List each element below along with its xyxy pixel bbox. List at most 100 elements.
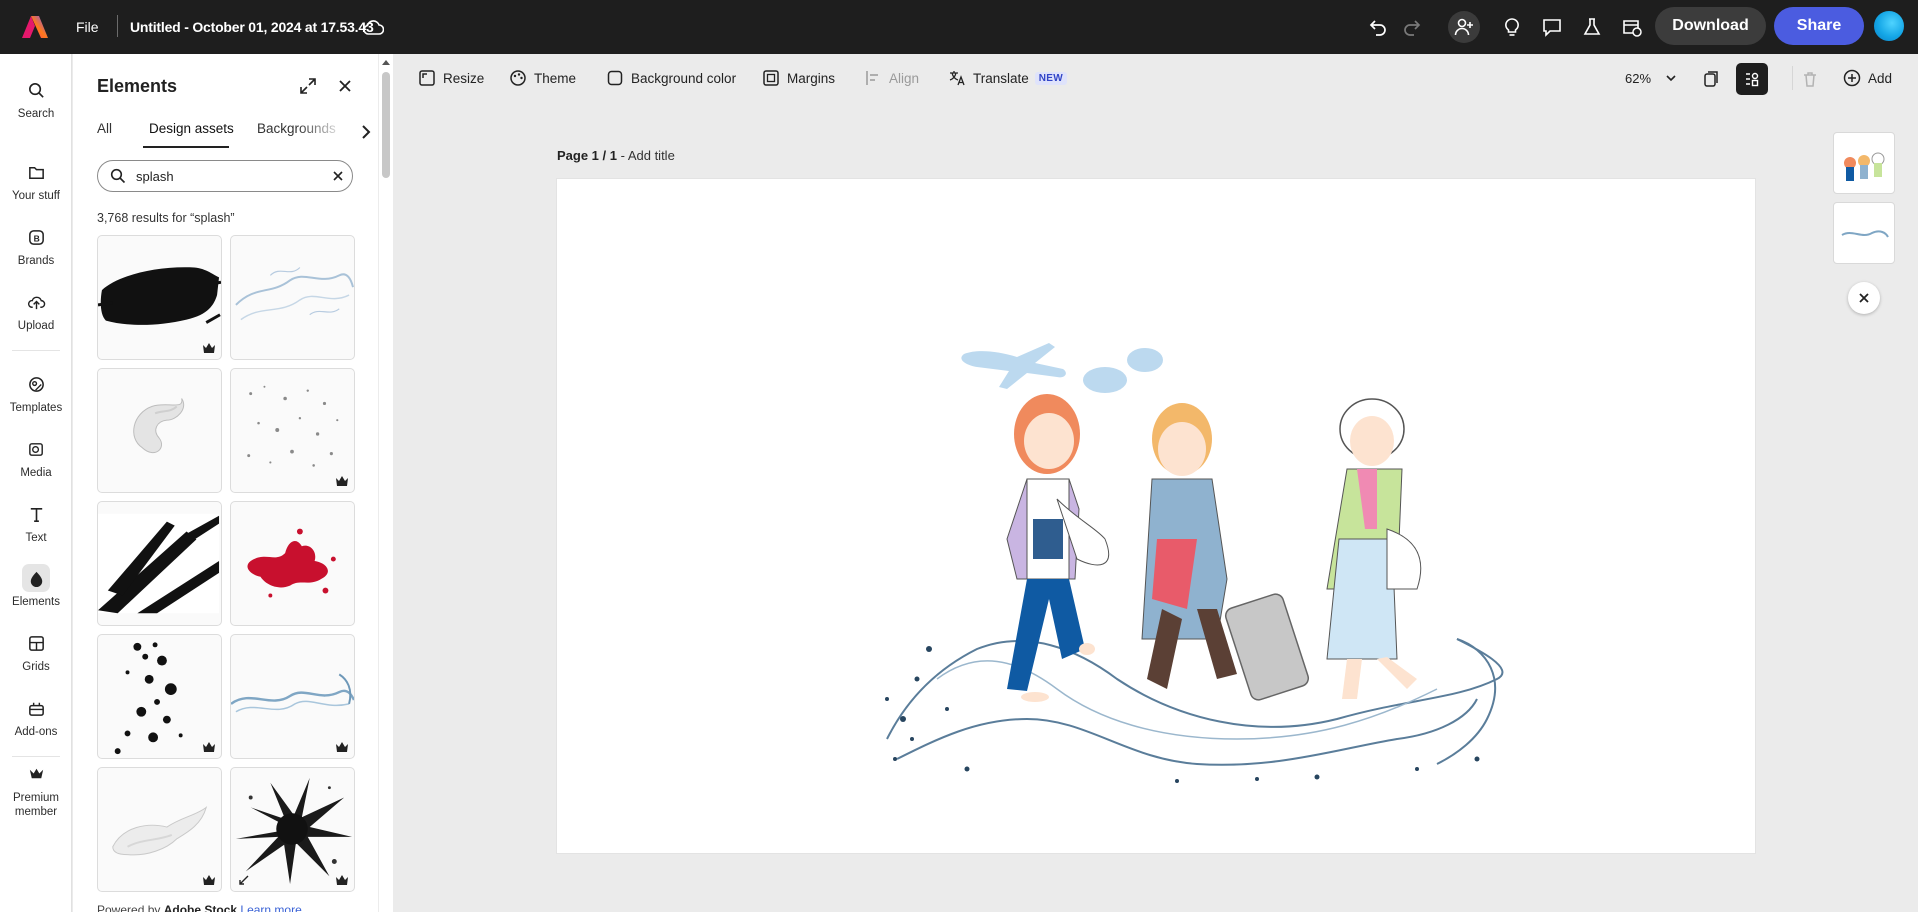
zoom-dropdown[interactable]: 62% <box>1625 66 1677 90</box>
left-rail: Search Your stuff B Brands Upload Templa… <box>0 54 72 912</box>
powered-brand: Adobe Stock <box>163 903 238 912</box>
result-tile[interactable] <box>230 767 355 892</box>
panel-scrollbar-thumb[interactable] <box>382 72 390 178</box>
premium-crown-icon <box>336 476 348 486</box>
travel-illustration-image[interactable] <box>557 179 1755 853</box>
divider <box>12 756 60 757</box>
translate-button[interactable]: Translate NEW <box>948 66 1068 90</box>
media-icon <box>22 435 50 463</box>
rail-item-templates[interactable]: Templates <box>0 370 72 414</box>
theme-button[interactable]: Theme <box>509 66 576 90</box>
cloud-sync-icon[interactable] <box>362 0 384 54</box>
rail-item-upload[interactable]: Upload <box>0 288 72 332</box>
learn-more-link[interactable]: Learn more <box>240 903 301 912</box>
black-ink-explosion-image <box>235 777 353 885</box>
panel-title: Elements <box>97 76 178 96</box>
search-field <box>97 160 353 192</box>
resize-button[interactable]: Resize <box>418 66 484 90</box>
tab-design-assets[interactable]: Design assets <box>149 120 234 148</box>
margins-button[interactable]: Margins <box>762 66 835 90</box>
result-tile[interactable] <box>97 767 222 892</box>
grid-icon <box>22 629 50 657</box>
result-tile[interactable] <box>97 235 222 360</box>
share-button[interactable]: Share <box>1774 7 1864 45</box>
close-icon[interactable] <box>333 74 357 98</box>
thumbnail-page-1[interactable] <box>1833 132 1895 194</box>
chevron-down-icon <box>1666 75 1676 82</box>
rail-item-label: Elements <box>12 596 60 608</box>
result-tile[interactable] <box>230 235 355 360</box>
clear-icon[interactable] <box>330 168 346 184</box>
margins-icon <box>763 70 779 86</box>
lightbulb-icon[interactable] <box>1498 13 1526 41</box>
flask-icon[interactable] <box>1578 13 1606 41</box>
comment-icon[interactable] <box>1538 13 1566 41</box>
add-button[interactable]: Add <box>1843 66 1892 90</box>
plus-circle-icon <box>1843 69 1861 87</box>
align-label: Align <box>889 70 920 86</box>
result-tile[interactable] <box>230 634 355 759</box>
result-tile[interactable] <box>230 368 355 493</box>
avatar[interactable] <box>1872 9 1906 43</box>
top-bar: File Untitled - October 01, 2024 at 17.5… <box>0 0 1918 54</box>
thumbnail-element-splash[interactable] <box>1833 202 1895 264</box>
svg-text:B: B <box>33 233 39 243</box>
resize-icon <box>419 70 435 86</box>
background-color-label: Background color <box>631 70 737 86</box>
close-thumbnails-button[interactable] <box>1848 282 1880 314</box>
rail-item-brands[interactable]: B Brands <box>0 223 72 267</box>
panel-scrollbar[interactable] <box>378 54 393 912</box>
result-tile[interactable] <box>97 501 222 626</box>
result-tile[interactable] <box>230 501 355 626</box>
chevron-right-icon[interactable] <box>361 122 375 142</box>
schedule-icon[interactable] <box>1618 13 1646 41</box>
adobe-express-logo-icon[interactable] <box>22 0 50 54</box>
rail-item-label: Grids <box>22 661 50 673</box>
rail-item-label: Media <box>20 467 52 479</box>
invite-user-icon[interactable] <box>1448 11 1480 43</box>
pages-icon[interactable] <box>1697 65 1725 93</box>
result-tile[interactable] <box>97 634 222 759</box>
rail-item-text[interactable]: Text <box>0 500 72 544</box>
rail-item-label: Templates <box>9 402 63 414</box>
upload-icon <box>22 288 50 316</box>
panel-tabs: All Design assets Backgrounds <box>97 120 371 150</box>
elements-panel: Elements All Design assets Backgrounds 3… <box>73 54 393 912</box>
tab-all[interactable]: All <box>97 120 112 148</box>
powered-prefix: Powered by <box>97 903 161 912</box>
layers-icon[interactable] <box>1736 63 1768 95</box>
folder-icon <box>22 158 50 186</box>
new-badge: NEW <box>1034 71 1068 85</box>
add-title-link[interactable]: Add title <box>628 148 675 163</box>
page-label: Page 1 / 1 - Add title <box>557 148 675 163</box>
expand-icon[interactable] <box>296 74 320 98</box>
palette-icon <box>510 70 526 86</box>
scroll-up-icon[interactable] <box>381 58 391 66</box>
result-tile[interactable] <box>97 368 222 493</box>
result-count: 3,768 results for “splash” <box>97 211 235 225</box>
undo-icon[interactable] <box>1364 13 1392 41</box>
rail-item-label: Your stuff <box>12 190 60 202</box>
align-button[interactable]: Align <box>864 66 919 90</box>
black-brush-stroke-image <box>98 267 221 325</box>
rail-item-elements[interactable]: Elements <box>0 564 72 608</box>
search-icon <box>22 76 50 104</box>
rail-item-your-stuff[interactable]: Your stuff <box>0 158 72 202</box>
droplet-scatter-image <box>247 385 339 467</box>
rail-item-media[interactable]: Media <box>0 435 72 479</box>
file-menu[interactable]: File <box>70 0 105 54</box>
rail-item-add-ons[interactable]: Add-ons <box>0 694 72 738</box>
download-button[interactable]: Download <box>1655 7 1766 45</box>
rail-item-premium-member[interactable]: Premium member <box>0 759 72 819</box>
document-title[interactable]: Untitled - October 01, 2024 at 17.53.43 <box>130 0 374 54</box>
divider <box>117 15 118 37</box>
color-swatch-icon <box>607 70 623 86</box>
rail-item-search[interactable]: Search <box>0 76 72 120</box>
redo-icon[interactable] <box>1398 13 1426 41</box>
background-color-button[interactable]: Background color <box>606 66 736 90</box>
rail-item-grids[interactable]: Grids <box>0 629 72 673</box>
canvas-page[interactable] <box>557 179 1755 853</box>
trash-icon[interactable] <box>1796 65 1824 93</box>
rail-item-label: Brands <box>17 255 55 267</box>
search-input[interactable] <box>136 166 326 186</box>
